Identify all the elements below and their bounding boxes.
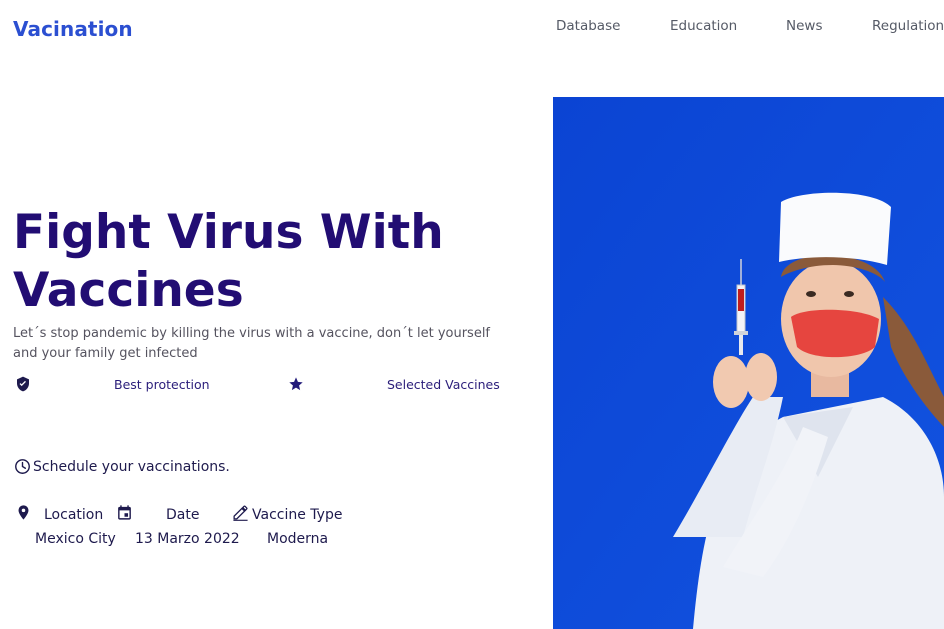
vaccine-type-value[interactable]: Moderna [267,531,328,547]
location-pin-icon [18,505,29,520]
clock-icon [15,459,30,474]
nurse-with-syringe-illustration [553,97,944,629]
hero-subtitle: Let´s stop pandemic by killing the virus… [13,326,491,361]
schedule-title: Schedule your vaccinations. [33,458,230,475]
location-label: Location [44,507,104,523]
date-value[interactable]: 13 Marzo 2022 [135,531,240,547]
hero-title-line-2: Vaccines [13,263,244,318]
location-value[interactable]: Mexico City [35,531,116,547]
vaccine-type-label: Vaccine Type [252,507,343,523]
shield-icon [17,376,29,392]
feature-selected-vaccines: Selected Vaccines [387,377,500,392]
star-icon [289,377,303,391]
nav-item-database[interactable]: Database [556,18,620,34]
nav-item-regulation[interactable]: Regulation [872,18,944,34]
main-nav: Database Education News Regulation [0,18,944,38]
date-label: Date [166,507,200,523]
calendar-icon [118,505,131,520]
nav-item-education[interactable]: Education [670,18,737,34]
nav-item-news[interactable]: News [786,18,822,34]
hero-photo [553,97,944,629]
pen-icon [233,505,248,521]
hero-title-line-1: Fight Virus With [13,205,444,260]
hero-title: Fight Virus With Vaccines [13,204,533,320]
schedule-heading: Schedule your vaccinations. [14,458,230,475]
feature-best-protection: Best protection [114,377,210,392]
